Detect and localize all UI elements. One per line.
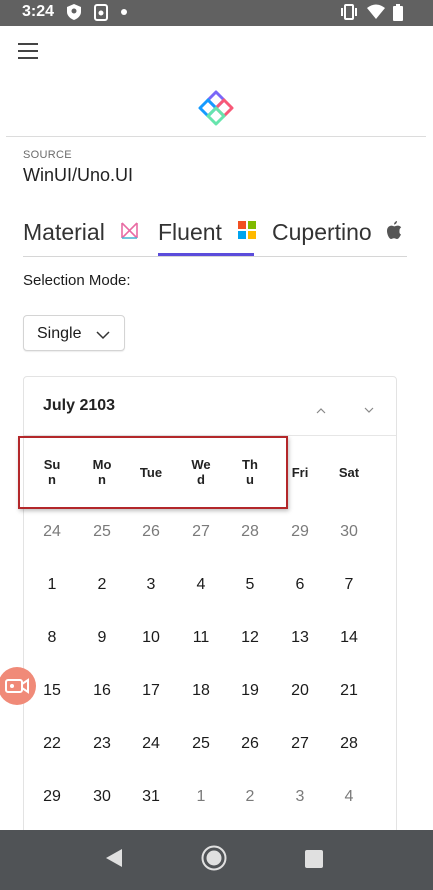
calendar-day-outside-month[interactable]: 2	[225, 788, 275, 806]
recents-icon[interactable]	[305, 850, 323, 873]
calendar-day-outside-month[interactable]: 3	[275, 788, 325, 806]
calendar-day[interactable]: 18	[176, 682, 226, 700]
screen-record-icon	[94, 4, 108, 26]
calendar-day[interactable]: 20	[275, 682, 325, 700]
calendar-day[interactable]: 26	[225, 735, 275, 753]
calendar-day[interactable]: 7	[324, 576, 374, 594]
calendar-day-outside-month[interactable]: 25	[77, 523, 127, 541]
source-value: WinUI/Uno.UI	[23, 165, 134, 185]
calendar-day-outside-month[interactable]: 24	[27, 523, 77, 541]
calendar-day[interactable]: 4	[176, 576, 226, 594]
calendar-day[interactable]: 28	[324, 735, 374, 753]
calendar-day[interactable]: 13	[275, 629, 325, 647]
apple-icon	[387, 218, 402, 245]
calendar-day[interactable]: 21	[324, 682, 374, 700]
calendar-day[interactable]: 17	[126, 682, 176, 700]
calendar-day[interactable]: 9	[77, 629, 127, 647]
system-navigation-bar	[0, 830, 433, 890]
calendar-day-outside-month[interactable]: 1	[176, 788, 226, 806]
calendar-day-outside-month[interactable]: 29	[275, 523, 325, 541]
calendar-day[interactable]: 8	[27, 629, 77, 647]
shield-icon	[67, 4, 81, 25]
uno-logo-icon	[196, 88, 236, 128]
calendar-day[interactable]: 1	[27, 576, 77, 594]
tab-fluent-label: Fluent	[158, 219, 222, 245]
calendar-day[interactable]: 3	[126, 576, 176, 594]
calendar-day[interactable]: 31	[126, 788, 176, 806]
back-icon[interactable]	[105, 848, 123, 873]
tabs-divider	[23, 256, 407, 257]
tab-cupertino-label: Cupertino	[272, 219, 372, 245]
video-camera-icon	[5, 678, 29, 694]
calendar-day[interactable]: 5	[225, 576, 275, 594]
status-bar: 3:24	[0, 0, 433, 26]
calendar-day[interactable]: 22	[27, 735, 77, 753]
calendar-day[interactable]: 12	[225, 629, 275, 647]
home-icon[interactable]	[201, 845, 227, 876]
battery-icon	[393, 4, 403, 26]
windows-icon	[238, 218, 257, 245]
selection-mode-combobox[interactable]: Single	[23, 315, 125, 351]
chevron-down-icon	[96, 327, 110, 345]
calendar-day[interactable]: 19	[225, 682, 275, 700]
calendar-day-outside-month[interactable]: 26	[126, 523, 176, 541]
calendar-day-outside-month[interactable]: 27	[176, 523, 226, 541]
tab-fluent[interactable]: Fluent	[158, 218, 257, 246]
calendar-day[interactable]: 24	[126, 735, 176, 753]
tab-material[interactable]: Material	[23, 218, 139, 246]
hamburger-menu-icon[interactable]	[18, 43, 38, 59]
calendar-day-outside-month[interactable]: 28	[225, 523, 275, 541]
selection-mode-value: Single	[37, 325, 82, 342]
calendar-day[interactable]: 30	[77, 788, 127, 806]
calendar-day-outside-month[interactable]: 4	[324, 788, 374, 806]
calendar-day[interactable]: 16	[77, 682, 127, 700]
status-time: 3:24	[22, 3, 55, 20]
calendar-day[interactable]: 29	[27, 788, 77, 806]
calendar-day[interactable]: 23	[77, 735, 127, 753]
notification-dot-icon	[121, 9, 127, 15]
material-icon	[121, 218, 139, 245]
calendar-day[interactable]: 14	[324, 629, 374, 647]
calendar-day[interactable]: 27	[275, 735, 325, 753]
tab-material-label: Material	[23, 219, 105, 245]
calendar-day-outside-month[interactable]: 30	[324, 523, 374, 541]
calendar-day[interactable]: 25	[176, 735, 226, 753]
highlight-annotation-box	[18, 436, 288, 509]
calendar-day[interactable]: 11	[176, 629, 226, 647]
calendar-day[interactable]: 6	[275, 576, 325, 594]
tab-cupertino[interactable]: Cupertino	[272, 218, 402, 246]
calendar-day[interactable]: 10	[126, 629, 176, 647]
header-divider	[6, 136, 426, 137]
calendar-day[interactable]: 2	[77, 576, 127, 594]
wifi-icon	[367, 4, 385, 24]
screen-recorder-button[interactable]	[0, 667, 36, 705]
vibrate-icon	[340, 4, 358, 25]
selection-mode-label: Selection Mode:	[23, 272, 131, 289]
source-label: SOURCE	[23, 149, 72, 161]
